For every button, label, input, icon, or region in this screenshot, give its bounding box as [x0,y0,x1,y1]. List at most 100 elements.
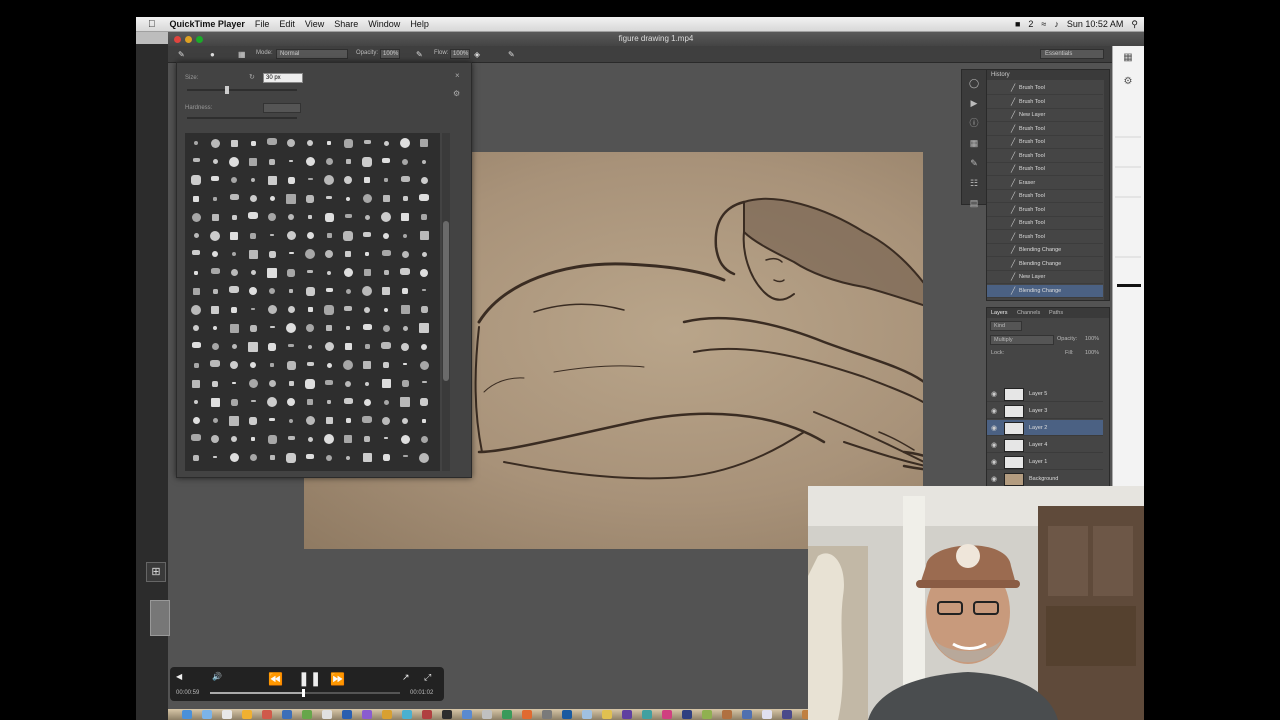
brush-tip[interactable] [364,306,370,313]
brush-tip[interactable] [325,158,333,165]
layer-row[interactable]: ◉ Layer 4 [987,437,1103,453]
brush-tip[interactable] [212,159,218,164]
menu-help[interactable]: Help [410,19,429,29]
reset-size-icon[interactable]: ↻ [249,73,255,81]
brush-tip[interactable] [420,268,428,277]
dock-app-icon[interactable] [322,710,332,719]
brush-tip[interactable] [365,252,369,256]
brush-tip[interactable] [326,233,332,238]
brush-tip[interactable] [289,159,293,162]
brush-tip[interactable] [211,176,219,181]
size-field[interactable]: 30 px [263,73,303,83]
brush-tip[interactable] [419,193,429,201]
brush-tip[interactable] [229,286,239,293]
brush-tip[interactable] [382,195,390,202]
brush-tip[interactable] [400,267,410,275]
brush-tip[interactable] [287,268,295,277]
brush-tip[interactable] [344,176,352,184]
brush-tip[interactable] [420,139,428,147]
brush-tip[interactable] [288,381,294,386]
dock-app-icon[interactable] [602,710,612,719]
brush-tip[interactable] [327,400,331,404]
dock-app-icon[interactable] [202,710,212,719]
size-slider[interactable] [187,86,297,94]
brush-tip[interactable] [231,177,237,183]
brush-tip[interactable] [307,140,313,146]
dock-app-icon[interactable] [782,710,792,719]
fast-forward-icon[interactable]: ⏩ [330,672,345,686]
brush-tip[interactable] [344,213,352,218]
brush-tip[interactable] [345,159,351,164]
brush-tip[interactable] [401,342,409,351]
brush-tip[interactable] [307,307,313,312]
brush-tip[interactable] [248,249,258,259]
brush-tip[interactable] [324,212,334,222]
brush-tip[interactable] [324,304,334,315]
visibility-eye-icon[interactable]: ◉ [991,441,997,449]
dock-app-icon[interactable] [622,710,632,719]
brush-tip[interactable] [230,139,238,147]
brush-tip[interactable] [382,157,390,163]
brush-tip[interactable] [191,304,201,315]
history-item[interactable]: ╱ Brush Tool [987,82,1103,95]
brush-tip[interactable] [193,195,199,202]
brush-tip[interactable] [287,306,295,313]
brush-tip[interactable] [269,196,275,201]
brush-tip[interactable] [251,307,255,310]
brush-tip[interactable] [192,250,200,255]
history-item[interactable]: ╱ Brush Tool [987,136,1103,149]
brush-tip[interactable] [326,325,332,331]
brush-tip[interactable] [421,214,427,220]
brush-tip[interactable] [229,415,239,426]
brush-tip[interactable] [269,158,275,165]
status-icon[interactable]: ■ [1015,19,1020,29]
brush-tip[interactable] [344,343,352,350]
brush-tip[interactable] [307,177,313,180]
kind-select[interactable]: Kind [990,321,1022,331]
tab-channels[interactable]: Channels [1017,310,1040,316]
brush-tip[interactable] [191,434,201,441]
brush-tip[interactable] [248,212,258,219]
brush-grid[interactable] [185,133,440,471]
brush-tip[interactable] [419,231,429,240]
brush-tip[interactable] [192,417,200,424]
brush-tip[interactable] [269,325,275,328]
dock-app-icon[interactable] [482,710,492,719]
pressure-size-icon[interactable]: ✎ [508,50,515,59]
brush-tip[interactable] [249,416,257,425]
tab-layers[interactable]: Layers [991,310,1008,316]
history-item[interactable]: ╱ Brush Tool [987,163,1103,176]
scrubber-handle[interactable] [302,689,306,697]
menu-window[interactable]: Window [368,19,400,29]
brush-tip[interactable] [287,139,295,147]
visibility-eye-icon[interactable]: ◉ [991,458,997,466]
clone-source-icon[interactable]: ☷ [967,176,981,190]
minimize-window-icon[interactable] [185,36,192,43]
brush-tip[interactable] [250,362,256,368]
zoom-window-icon[interactable] [196,36,203,43]
brush-tip[interactable] [420,176,428,184]
dock-app-icon[interactable] [502,710,512,719]
brush-tip[interactable] [381,341,391,349]
brush-tip[interactable] [381,249,391,256]
dock-app-icon[interactable] [722,710,732,719]
brush-tip[interactable] [210,138,220,148]
dock-app-icon[interactable] [662,710,672,719]
dock-app-icon[interactable] [582,710,592,719]
brush-tip[interactable] [267,397,277,407]
brush-tip[interactable] [327,141,331,145]
brush-tip[interactable] [325,287,333,292]
layer-row[interactable]: ◉ Layer 1 [987,454,1103,470]
brush-tip[interactable] [229,323,239,333]
brush-tip[interactable] [402,455,408,457]
brush-tip[interactable] [211,435,219,443]
dock-app-icon[interactable] [222,710,232,719]
brush-tip[interactable] [344,305,352,311]
brush-tip[interactable] [326,195,332,199]
brush-tip[interactable] [250,270,256,275]
brush-tip[interactable] [343,360,353,370]
brush-tip[interactable] [194,141,198,145]
brush-tip[interactable] [364,344,370,349]
brush-tip[interactable] [383,232,389,239]
brush-tip[interactable] [230,231,238,240]
